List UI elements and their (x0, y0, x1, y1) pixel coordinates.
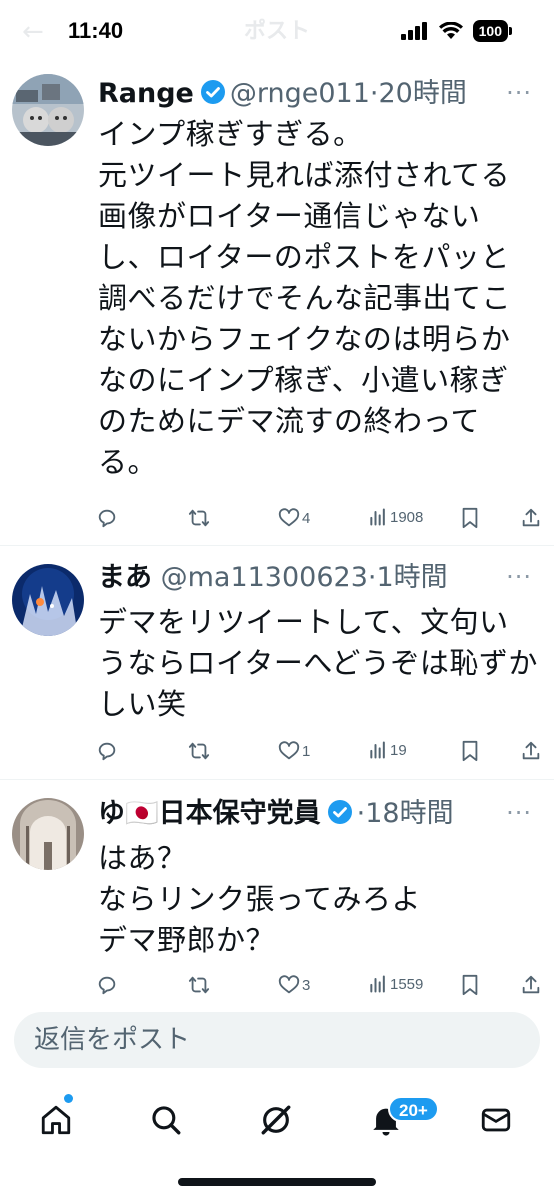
bookmark-button[interactable] (460, 507, 480, 529)
share-icon (522, 508, 540, 527)
separator: · (369, 78, 379, 109)
signal-icon (400, 22, 427, 40)
retweet-button[interactable] (188, 740, 210, 762)
reply-input[interactable]: 返信をポスト (14, 1012, 540, 1068)
like-button[interactable]: 3 (278, 974, 310, 996)
like-icon (278, 741, 300, 760)
views-icon (370, 741, 385, 759)
views-count: 1908 (390, 508, 424, 526)
timestamp[interactable]: 20時間 (379, 78, 467, 109)
reply-button[interactable] (96, 974, 118, 996)
reply-tweet[interactable]: まあ @ma11300623·1時間 ··· デマをリツイートして、文句いうなら… (0, 548, 554, 780)
reply-tweet[interactable]: ゆ🇯🇵日本保守党員 ·18時間 ··· はあ？ ならリンク張ってみろよ デマ野郎か… (0, 782, 554, 998)
retweet-icon (188, 742, 210, 760)
reply-button[interactable] (96, 740, 118, 762)
tweet-header: ゆ🇯🇵日本保守党員 ·18時間 (98, 796, 454, 832)
author-name[interactable]: ゆ🇯🇵日本保守党員 (98, 798, 321, 829)
retweet-icon (188, 976, 210, 994)
verified-badge-icon (327, 800, 352, 824)
reply-composer: 返信をポスト (0, 998, 554, 1084)
reply-icon (98, 976, 116, 995)
retweet-button[interactable] (188, 974, 210, 996)
search-icon (152, 1106, 181, 1135)
reply-icon (98, 742, 116, 761)
tweet-text: インプ稼ぎすぎる。 元ツイート見れば添付されてる画像がロイター通信じゃないし、ロ… (98, 117, 512, 479)
timestamp[interactable]: 18時間 (365, 798, 453, 829)
tweet-text: はあ？ ならリンク張ってみろよ デマ野郎か？ (98, 841, 422, 957)
tweet-header: Range @rnge011·20時間 (98, 76, 467, 112)
author-name[interactable]: まあ (98, 562, 152, 593)
views-count: 19 (390, 741, 407, 759)
views-button[interactable]: 1908 (368, 507, 423, 527)
nav-messages[interactable] (466, 1100, 526, 1140)
timestamp[interactable]: 1時間 (376, 562, 447, 593)
views-icon (370, 975, 385, 993)
battery-indicator: 100 (472, 20, 513, 42)
reply-tweet[interactable]: Range @rnge011·20時間 ··· インプ稼ぎすぎる。 元ツイート見れ… (0, 64, 554, 546)
avatar[interactable] (12, 74, 84, 146)
home-indicator (178, 1178, 376, 1186)
nav-grok[interactable] (246, 1100, 306, 1140)
nav-home[interactable] (26, 1100, 86, 1140)
separator: · (356, 798, 366, 829)
views-button[interactable]: 1559 (368, 974, 423, 994)
author-handle[interactable]: @rnge011 (230, 78, 370, 109)
share-button[interactable] (520, 974, 542, 996)
share-icon (522, 975, 540, 994)
mail-icon (481, 1108, 511, 1132)
retweet-icon (188, 509, 210, 527)
more-options-icon[interactable]: ··· (506, 798, 532, 828)
avatar[interactable] (12, 798, 84, 870)
views-count: 1559 (390, 975, 424, 993)
nav-search[interactable] (136, 1100, 196, 1140)
views-icon (370, 508, 385, 526)
status-icons: 100 (400, 20, 513, 42)
like-icon (278, 975, 300, 994)
views-button[interactable]: 19 (368, 740, 407, 760)
author-name[interactable]: Range (98, 78, 194, 109)
more-options-icon[interactable]: ··· (506, 78, 532, 108)
author-handle[interactable]: @ma11300623 (161, 562, 368, 593)
notifications-badge: 20+ (388, 1096, 439, 1122)
like-button[interactable]: 1 (278, 740, 310, 762)
share-button[interactable] (520, 740, 542, 762)
share-button[interactable] (520, 507, 542, 529)
action-bar: 4 1908 (96, 507, 546, 537)
status-time: 11:40 (68, 18, 124, 43)
action-bar: 1 19 (96, 740, 546, 770)
status-bar: ← ポスト 11:40 100 (0, 0, 554, 64)
home-unread-dot (64, 1094, 73, 1103)
bookmark-icon (462, 507, 478, 529)
tweet-text: デマをリツイートして、文句いうならロイターへどうぞは恥ずかしい笑 (98, 605, 538, 721)
like-count: 4 (302, 509, 311, 527)
like-count: 3 (302, 976, 311, 994)
bookmark-button[interactable] (460, 974, 480, 996)
verified-badge-icon (200, 80, 225, 104)
wifi-icon (438, 22, 463, 39)
reply-icon (98, 509, 116, 528)
bookmark-icon (462, 740, 478, 762)
share-icon (522, 741, 540, 760)
reply-button[interactable] (96, 507, 118, 529)
grok-icon (261, 1105, 291, 1135)
home-icon (41, 1105, 71, 1135)
tweet-header: まあ @ma11300623·1時間 (98, 560, 448, 596)
like-button[interactable]: 4 (278, 507, 310, 529)
avatar[interactable] (12, 564, 84, 636)
bookmark-icon (462, 974, 478, 996)
bookmark-button[interactable] (460, 740, 480, 762)
retweet-button[interactable] (188, 507, 210, 529)
more-options-icon[interactable]: ··· (506, 562, 532, 592)
like-count: 1 (302, 742, 311, 760)
like-icon (278, 508, 300, 527)
